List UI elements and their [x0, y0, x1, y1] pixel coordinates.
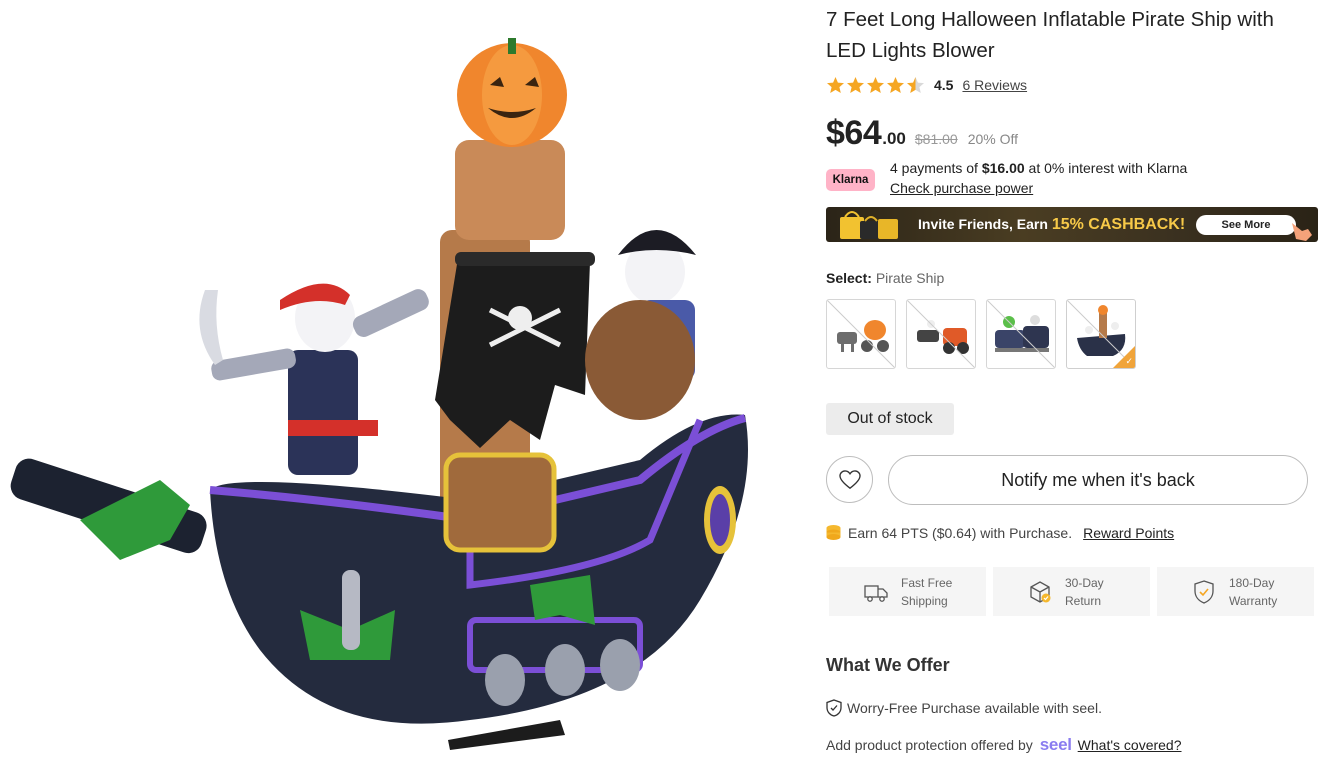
pirate-ship-inflatable-image — [10, 38, 748, 750]
reward-points-link[interactable]: Reward Points — [1083, 525, 1174, 541]
variant-option-pumpkin-carriage[interactable] — [826, 299, 896, 369]
klarna-prefix: 4 payments of — [890, 160, 982, 176]
reviews-link[interactable]: 6 Reviews — [962, 77, 1027, 93]
klarna-text: 4 payments of $16.00 at 0% interest with… — [890, 158, 1187, 198]
star-icon — [907, 76, 924, 93]
seel-logo: seel — [1039, 735, 1072, 754]
perk-line1: Fast Free — [901, 575, 953, 590]
variant-select-label: Select: Pirate Ship — [826, 270, 944, 286]
variant-option-haunted-train[interactable] — [986, 299, 1056, 369]
cashback-text: Invite Friends, Earn 15% CASHBACK! — [918, 216, 1185, 234]
see-more-button[interactable]: See More — [1196, 215, 1296, 235]
stock-status-badge: Out of stock — [826, 403, 954, 435]
heart-icon — [838, 469, 861, 489]
variant-option-pirate-ship[interactable]: ✓ — [1066, 299, 1136, 369]
reward-points: Earn 64 PTS ($0.64) with Purchase. Rewar… — [826, 524, 1174, 541]
cashback-banner[interactable]: Invite Friends, Earn 15% CASHBACK! See M… — [826, 207, 1318, 242]
rating-value: 4.5 — [934, 77, 954, 93]
price-block: $64 .00 $81.00 20% Off — [826, 114, 1018, 153]
sold-out-slash — [987, 300, 1055, 368]
product-title: 7 Feet Long Halloween Inflatable Pirate … — [826, 8, 1274, 62]
perk-line1: 30-Day — [1065, 575, 1104, 590]
product-protection: Add product protection offered by seel W… — [826, 735, 1182, 755]
shopping-bags-icon — [826, 207, 906, 242]
perk-free-shipping: Fast Free Shipping — [829, 567, 986, 616]
worry-free-text: Worry-Free Purchase available with seel. — [847, 700, 1102, 716]
perk-text: 180-Day Warranty — [1229, 574, 1277, 610]
price-current: $64 — [826, 114, 882, 152]
whats-covered-link[interactable]: What's covered? — [1078, 737, 1182, 753]
perk-line1: 180-Day — [1229, 575, 1275, 590]
truck-icon — [864, 584, 888, 602]
product-image[interactable] — [0, 0, 790, 762]
worry-free-purchase: Worry-Free Purchase available with seel. — [826, 699, 1102, 717]
variant-options: ✓ — [826, 299, 1136, 369]
select-label: Select: — [826, 270, 872, 286]
notify-me-button[interactable]: Notify me when it's back — [888, 455, 1308, 505]
rating-summary: 4.5 6 Reviews — [826, 74, 1027, 96]
klarna-suffix: at 0% interest with Klarna — [1024, 160, 1188, 176]
star-icon — [827, 76, 844, 93]
klarna-installments: Klarna 4 payments of $16.00 at 0% intere… — [826, 158, 1187, 198]
check-icon: ✓ — [1125, 356, 1133, 366]
selected-variant-name: Pirate Ship — [875, 270, 945, 286]
cashback-highlight: 15% CASHBACK! — [1051, 215, 1186, 233]
perk-line2: Warranty — [1229, 593, 1278, 608]
perk-180-day-warranty: 180-Day Warranty — [1157, 567, 1314, 616]
sold-out-slash — [907, 300, 975, 368]
shield-check-icon — [826, 699, 842, 717]
price-original: $81.00 — [914, 131, 958, 147]
sold-out-slash — [827, 300, 895, 368]
perk-line2: Return — [1065, 593, 1102, 608]
wishlist-button[interactable] — [826, 456, 873, 503]
variant-option-skeleton-carriage[interactable] — [906, 299, 976, 369]
klarna-amount: $16.00 — [981, 160, 1025, 176]
perk-text: 30-Day Return — [1065, 574, 1104, 610]
shield-check-icon — [1194, 579, 1214, 604]
service-perks: Fast Free Shipping 30-Day Return 180-Day… — [829, 567, 1314, 616]
check-purchase-power-link[interactable]: Check purchase power — [890, 178, 1187, 198]
protection-text: Add product protection offered by — [826, 737, 1033, 753]
klarna-badge: Klarna — [826, 169, 875, 191]
pointing-hand-icon — [1288, 219, 1314, 241]
points-text: Earn 64 PTS ($0.64) with Purchase. — [848, 524, 1073, 541]
return-box-icon — [1030, 580, 1051, 603]
perk-text: Fast Free Shipping — [901, 574, 952, 610]
discount-label: 20% Off — [967, 131, 1019, 147]
what-we-offer-heading: What We Offer — [826, 655, 950, 675]
coin-stack-icon — [826, 525, 841, 540]
perk-30-day-return: 30-Day Return — [993, 567, 1150, 616]
star-icon — [847, 76, 864, 93]
perk-line2: Shipping — [901, 593, 948, 608]
price-cents: .00 — [882, 129, 906, 148]
star-icon — [867, 76, 884, 93]
cashback-prefix: Invite Friends, Earn — [918, 215, 1052, 232]
star-icon — [887, 76, 904, 93]
star-rating — [826, 76, 925, 95]
